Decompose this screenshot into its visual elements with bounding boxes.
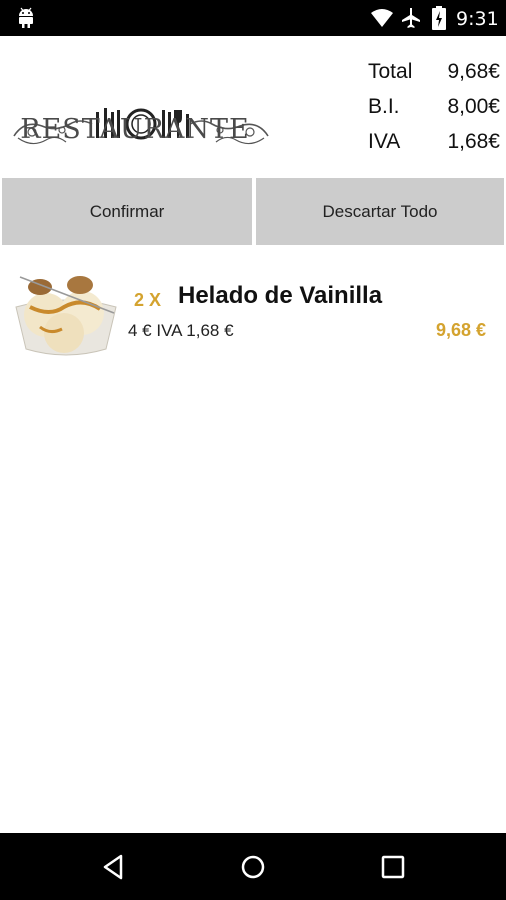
battery-icon: [432, 6, 446, 30]
iva-label: IVA: [368, 130, 401, 153]
item-price: 9,68 €: [435, 320, 486, 340]
base-imponible-label: B.I.: [368, 95, 400, 118]
recents-icon[interactable]: [378, 852, 408, 882]
item-detail: 4 € IVA 1,68 €: [128, 321, 234, 340]
discard-all-button[interactable]: Descartar Todo: [256, 178, 504, 245]
status-time: 9:31: [456, 8, 499, 30]
item-name: Helado de Vainilla: [178, 282, 383, 309]
total-value: 9,68€: [447, 60, 500, 83]
base-imponible-value: 8,00€: [447, 95, 500, 118]
confirm-button[interactable]: Confirmar: [2, 178, 252, 245]
ice-cream-image: [15, 276, 117, 356]
logo-text: RESTAURANTE: [20, 114, 250, 145]
app-content: RESTAURANTE Total 9,68€ B.I. 8,00€ IVA 1…: [0, 36, 506, 833]
airplane-icon: [402, 8, 420, 28]
item-quantity: 2 X: [134, 290, 162, 310]
total-label: Total: [368, 60, 413, 83]
total-row: Total 9,68€: [366, 58, 502, 93]
wifi-icon: [371, 9, 393, 27]
iva-row: IVA 1,68€: [366, 128, 502, 163]
navigation-bar: [0, 833, 506, 900]
back-icon[interactable]: [99, 852, 129, 882]
home-icon[interactable]: [238, 852, 268, 882]
android-icon: [19, 7, 33, 28]
list-item[interactable]: 2 X Helado de Vainilla 4 € IVA 1,68 € 9,…: [0, 260, 506, 368]
totals-summary: Total 9,68€ B.I. 8,00€ IVA 1,68€: [366, 58, 502, 163]
base-imponible-row: B.I. 8,00€: [366, 93, 502, 128]
status-bar: 9:31: [0, 0, 506, 36]
iva-value: 1,68€: [447, 130, 500, 153]
